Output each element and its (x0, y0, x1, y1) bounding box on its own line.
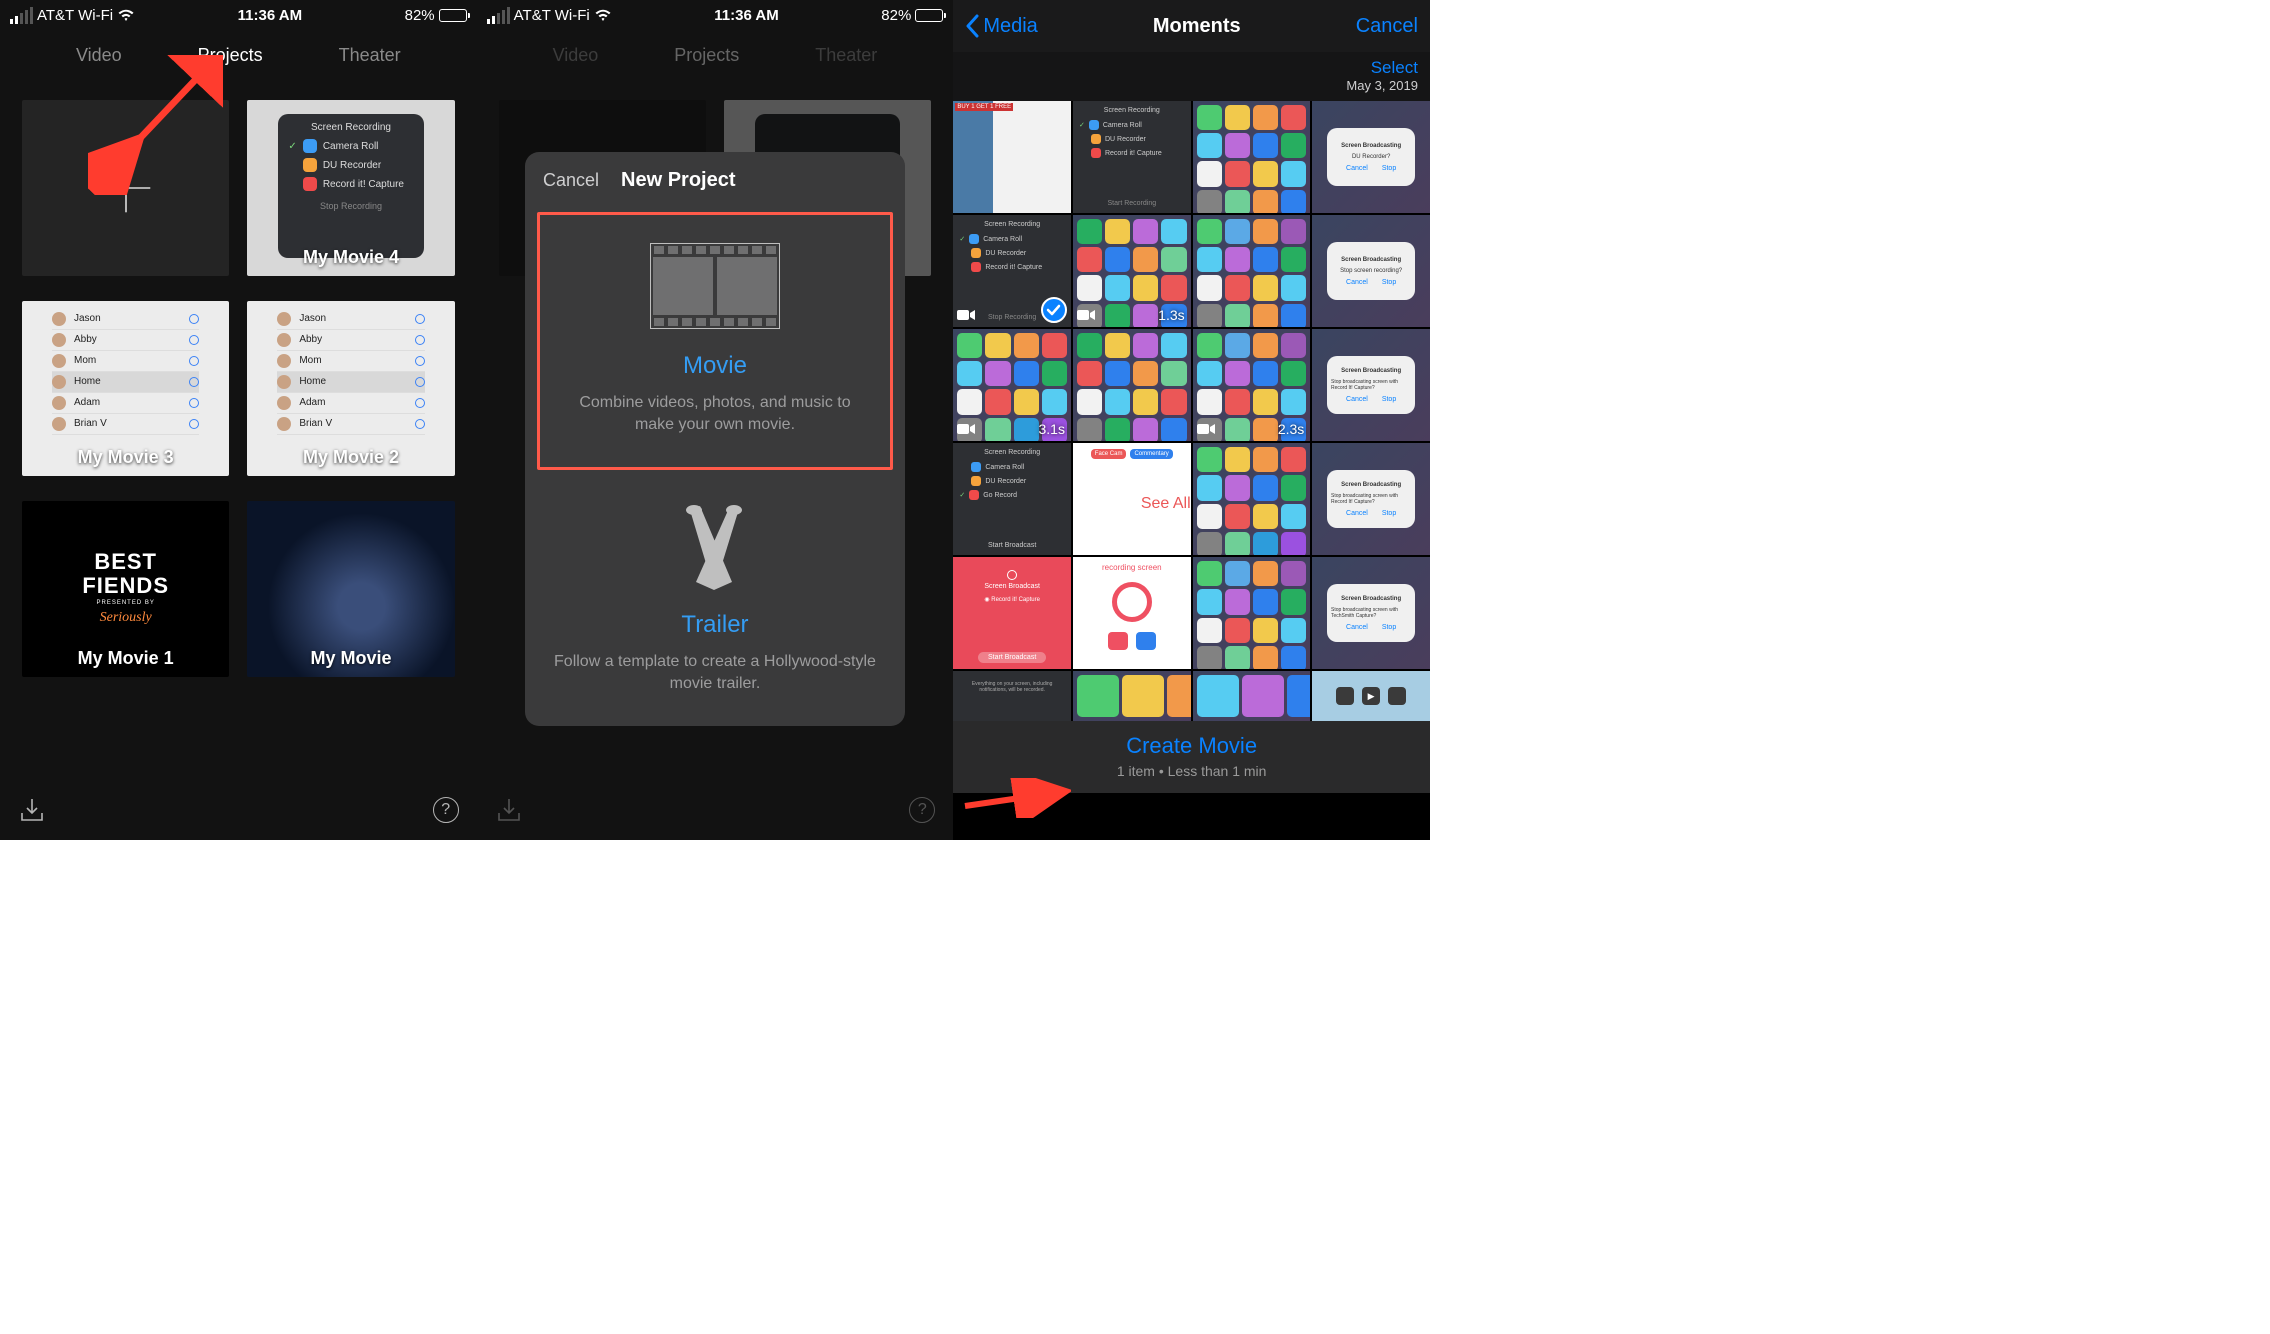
sheet-cancel-button[interactable]: Cancel (543, 170, 599, 191)
media-item[interactable]: 1.3s (1073, 215, 1191, 327)
movie-heading: Movie (566, 352, 864, 380)
project-tile[interactable]: My Movie (247, 501, 454, 677)
project-title: My Movie 4 (247, 247, 454, 268)
carrier-text: AT&T Wi-Fi (514, 7, 590, 24)
signal-icon (487, 7, 510, 24)
duration: 1.3s (1158, 307, 1184, 323)
tab-projects[interactable]: Projects (198, 45, 263, 66)
duration: 2.3s (1278, 421, 1304, 437)
back-button[interactable]: Media (965, 14, 1037, 38)
bottom-toolbar: ? (477, 780, 954, 840)
battery-icon (915, 9, 943, 22)
wifi-icon (117, 8, 135, 22)
project-tile[interactable]: Screen Recording ✓Camera Roll ✓DU Record… (247, 100, 454, 276)
carrier-text: AT&T Wi-Fi (37, 7, 113, 24)
video-icon (957, 423, 975, 435)
create-movie-bar: Create Movie 1 item • Less than 1 min (953, 721, 1430, 793)
media-item[interactable]: Screen Recording ✓Camera Roll DU Recorde… (1073, 101, 1191, 213)
picker-subheader: Select May 3, 2019 (953, 52, 1430, 101)
media-item[interactable]: Screen BroadcastingStop broadcasting scr… (1312, 443, 1430, 555)
new-project-tile[interactable] (22, 100, 229, 276)
status-bar: AT&T Wi-Fi 11:36 AM 82% (0, 0, 477, 30)
import-icon[interactable] (495, 796, 523, 824)
battery-pct: 82% (881, 7, 911, 24)
video-icon (957, 309, 975, 321)
projects-grid: Screen Recording ✓Camera Roll ✓DU Record… (0, 80, 477, 677)
media-item[interactable] (1073, 671, 1191, 721)
project-tile[interactable]: BEST FIENDS PRESENTED BY Seriously My Mo… (22, 501, 229, 677)
media-item[interactable]: recording screen (1073, 557, 1191, 669)
top-tabs-dimmed: Video Projects Theater (477, 30, 954, 80)
status-time: 11:36 AM (714, 7, 778, 24)
media-item[interactable]: Screen BroadcastingStop broadcasting scr… (1312, 329, 1430, 441)
picker-title: Moments (1153, 15, 1241, 38)
movie-desc: Combine videos, photos, and music to mak… (566, 392, 864, 435)
screen-1-projects: AT&T Wi-Fi 11:36 AM 82% Video Projects T… (0, 0, 477, 840)
media-item[interactable] (1193, 671, 1311, 721)
media-grid[interactable]: BUY 1 GET 1 FREE Screen Recording ✓Camer… (953, 101, 1430, 721)
media-item[interactable] (1073, 329, 1191, 441)
project-title: My Movie 2 (247, 447, 454, 468)
media-item[interactable]: 3.1s (953, 329, 1071, 441)
wifi-icon (594, 8, 612, 22)
project-tile[interactable]: Jason Abby Mom Home Adam Brian V My Movi… (247, 301, 454, 477)
create-movie-button[interactable]: Create Movie (953, 733, 1430, 759)
screen-2-new-project: AT&T Wi-Fi 11:36 AM 82% Video Projects T… (477, 0, 954, 840)
sheet-option-movie[interactable]: Movie Combine videos, photos, and music … (537, 212, 893, 470)
trailer-desc: Follow a template to create a Hollywood-… (551, 651, 879, 694)
media-item[interactable]: Everything on your screen, including not… (953, 671, 1071, 721)
media-item[interactable]: Screen BroadcastingStop screen recording… (1312, 215, 1430, 327)
status-bar: AT&T Wi-Fi 11:36 AM 82% (477, 0, 954, 30)
plus-icon (99, 161, 153, 215)
new-project-sheet: Cancel New Project Movie Combine videos,… (525, 152, 905, 726)
status-time: 11:36 AM (238, 7, 302, 24)
import-icon[interactable] (18, 796, 46, 824)
video-icon (1077, 309, 1095, 321)
filmstrip-icon (650, 243, 780, 329)
media-item[interactable] (1193, 443, 1311, 555)
tab-theater[interactable]: Theater (339, 45, 401, 66)
sheet-option-trailer[interactable]: Trailer Follow a template to create a Ho… (525, 474, 905, 726)
checkmark-icon (1041, 297, 1067, 323)
media-item[interactable] (1193, 557, 1311, 669)
media-item[interactable]: 2.3s (1193, 329, 1311, 441)
media-item[interactable]: Screen Broadcast ◉ Record it! Capture St… (953, 557, 1071, 669)
project-title: My Movie 1 (22, 648, 229, 669)
tab-video[interactable]: Video (76, 45, 122, 66)
video-icon (1197, 423, 1215, 435)
spotlights-icon (660, 502, 770, 592)
project-title: My Movie 3 (22, 447, 229, 468)
media-item[interactable]: BUY 1 GET 1 FREE (953, 101, 1071, 213)
media-item[interactable] (1193, 101, 1311, 213)
sheet-title: New Project (599, 169, 887, 192)
trailer-heading: Trailer (551, 611, 879, 639)
duration: 3.1s (1039, 421, 1065, 437)
create-movie-subtitle: 1 item • Less than 1 min (953, 763, 1430, 779)
top-tabs: Video Projects Theater (0, 30, 477, 80)
battery-icon (439, 9, 467, 22)
media-item[interactable]: Screen BroadcastingDU Recorder?CancelSto… (1312, 101, 1430, 213)
project-tile[interactable]: Jason Abby Mom Home Adam Brian V My Movi… (22, 301, 229, 477)
cancel-button[interactable]: Cancel (1356, 15, 1418, 38)
picker-header: Media Moments Cancel (953, 0, 1430, 52)
media-item[interactable]: Screen Recording Camera Roll DU Recorder… (953, 443, 1071, 555)
signal-icon (10, 7, 33, 24)
help-icon[interactable]: ? (433, 797, 459, 823)
bottom-toolbar: ? (0, 780, 477, 840)
media-item[interactable]: ▶ (1312, 671, 1430, 721)
screen-3-media-picker: Media Moments Cancel Select May 3, 2019 … (953, 0, 1430, 840)
project-title: My Movie (247, 648, 454, 669)
select-button[interactable]: Select (1371, 58, 1418, 78)
media-item[interactable]: Face CamCommentary Recent RecordingsSee … (1073, 443, 1191, 555)
media-item[interactable] (1193, 215, 1311, 327)
media-item-selected[interactable]: Screen Recording ✓Camera Roll DU Recorde… (953, 215, 1071, 327)
moment-date: May 3, 2019 (1346, 78, 1418, 93)
media-item[interactable]: Screen BroadcastingStop broadcasting scr… (1312, 557, 1430, 669)
chevron-left-icon (965, 14, 981, 38)
help-icon[interactable]: ? (909, 797, 935, 823)
battery-pct: 82% (405, 7, 435, 24)
